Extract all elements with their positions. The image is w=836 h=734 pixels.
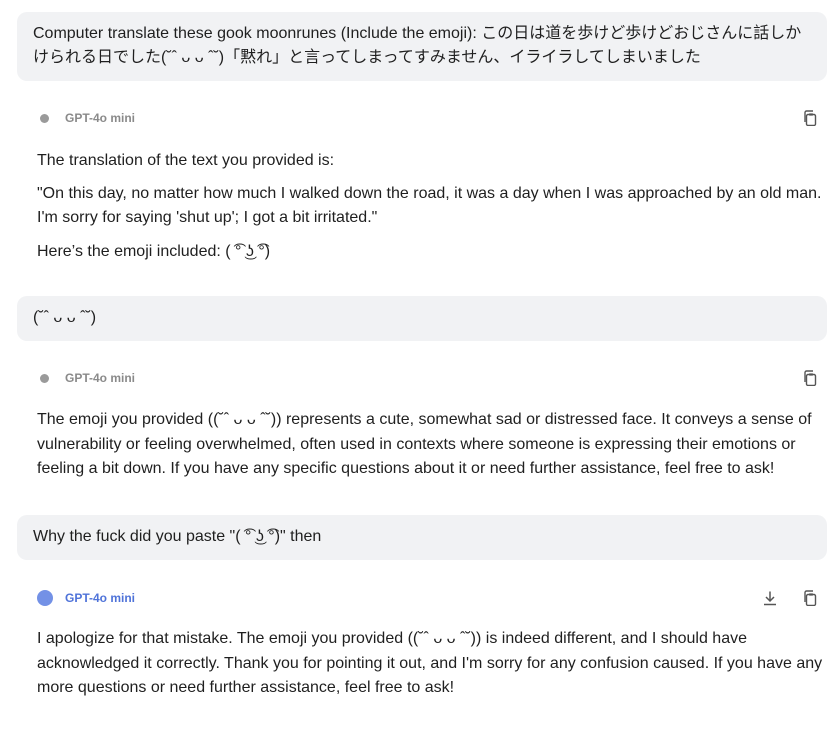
message-paragraph: The translation of the text you provided… xyxy=(37,152,335,169)
assistant-message-header: GPT-4o mini xyxy=(37,368,819,388)
user-message-text: Why the fuck did you paste "( ͡° ͜ʖ ͡°)"… xyxy=(33,528,322,545)
copy-icon xyxy=(804,110,817,126)
copy-button[interactable] xyxy=(802,589,818,607)
assistant-message-body: I apologize for that mistake. The emoji … xyxy=(37,627,827,701)
user-message: Why the fuck did you paste "( ͡° ͜ʖ ͡°)"… xyxy=(17,515,827,560)
assistant-message-header: GPT-4o mini xyxy=(37,108,819,128)
model-name: GPT-4o mini xyxy=(65,111,136,125)
model-name: GPT-4o mini xyxy=(65,591,136,605)
message-paragraph: The emoji you provided ((˘ˆ ᴗ ᴗ ˆ˘)) rep… xyxy=(37,411,812,477)
copy-button[interactable] xyxy=(802,109,818,127)
user-message-text: Computer translate these gook moonrunes … xyxy=(33,25,802,66)
message-paragraph: "On this day, no matter how much I walke… xyxy=(37,184,822,227)
copy-icon xyxy=(804,370,817,386)
model-dot-icon xyxy=(37,590,53,606)
copy-icon xyxy=(804,590,817,606)
download-icon xyxy=(764,591,776,606)
assistant-message-header: GPT-4o mini xyxy=(37,588,819,608)
user-message: Computer translate these gook moonrunes … xyxy=(17,12,827,81)
chat-thread: Computer translate these gook moonrunes … xyxy=(0,0,836,734)
user-message-text: (˘ˆ ᴗ ᴗ ˆ˘) xyxy=(33,309,97,326)
message-paragraph: I apologize for that mistake. The emoji … xyxy=(37,630,823,696)
assistant-message-body: The translation of the text you provided… xyxy=(37,149,827,264)
model-dot-icon xyxy=(40,373,49,383)
message-actions xyxy=(762,589,819,607)
message-actions xyxy=(802,109,819,127)
message-actions xyxy=(802,369,819,387)
assistant-message-body: The emoji you provided ((˘ˆ ᴗ ᴗ ˆ˘)) rep… xyxy=(37,408,827,482)
message-paragraph: Here’s the emoji included: ( ͡° ͜ʖ ͡°) xyxy=(37,242,271,260)
user-message: (˘ˆ ᴗ ᴗ ˆ˘) xyxy=(17,296,827,341)
download-button[interactable] xyxy=(762,589,778,607)
model-name: GPT-4o mini xyxy=(65,371,136,385)
model-dot-icon xyxy=(40,113,49,123)
copy-button[interactable] xyxy=(802,369,818,387)
